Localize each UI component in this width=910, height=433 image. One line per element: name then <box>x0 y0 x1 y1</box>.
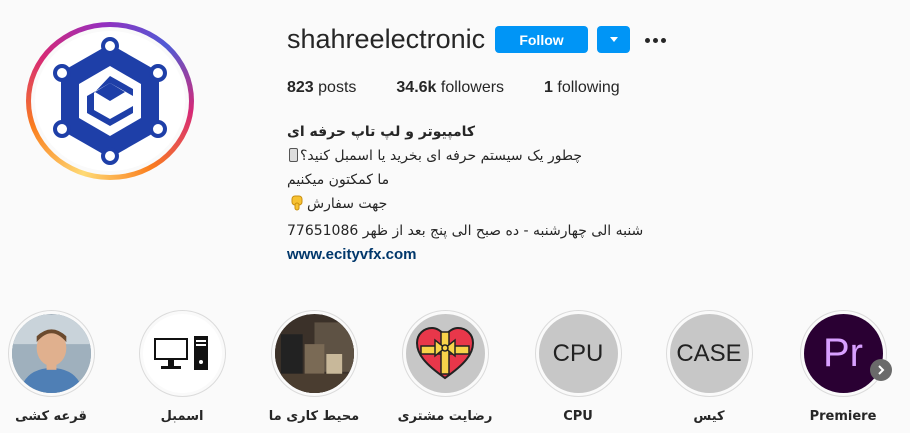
case-text-cover: CASE <box>669 314 749 393</box>
highlight-label: محیط کاری ما <box>268 409 360 424</box>
highlight-ring: Pr <box>799 310 887 397</box>
profile-bio: کامپیوتر و لپ تاپ حرفه ای چطور یک سیستم … <box>287 120 707 267</box>
highlight-workspace[interactable]: محیط کاری ما <box>259 310 369 424</box>
follow-button[interactable]: Follow <box>495 26 588 53</box>
highlight-ring: CPU <box>534 310 622 397</box>
highlight-ring <box>401 310 489 397</box>
highlights-next-button[interactable] <box>870 359 892 381</box>
highlight-ring <box>7 310 95 397</box>
following-value: 1 <box>544 79 553 96</box>
highlight-label: CPU <box>563 409 593 424</box>
bio-line-4: شنبه الی چهارشنبه - ده صبح الی پنج بعد ا… <box>287 223 644 239</box>
highlight-label: Premiere <box>809 409 877 424</box>
caret-down-icon <box>609 36 618 42</box>
dot-icon <box>644 37 650 43</box>
cpu-text-cover: CPU <box>538 314 618 393</box>
following-count[interactable]: 1 following <box>544 79 620 97</box>
desktop-computer-icon <box>142 314 222 393</box>
highlight-case[interactable]: CASE کیس <box>654 310 764 424</box>
pointing-down-emoji-icon <box>290 195 304 219</box>
highlight-ring <box>270 310 358 397</box>
highlight-label: کیس <box>693 409 725 424</box>
highlight-giveaway[interactable]: قرعه کشی <box>0 310 106 424</box>
premiere-logo-icon: Pr <box>803 314 883 393</box>
profile-avatar[interactable] <box>26 22 194 180</box>
dot-icon <box>660 37 666 43</box>
profile-username: shahreelectronic <box>287 24 486 54</box>
followers-label: followers <box>440 79 505 96</box>
bio-line-1-text: چطور یک سیستم حرفه ای بخرید یا اسمبل کنی… <box>300 148 583 164</box>
avatar-border <box>31 27 189 175</box>
highlight-ring <box>138 310 226 397</box>
profile-stats: 823 posts 34.6k followers 1 following <box>287 79 660 97</box>
brand-logo <box>35 31 185 171</box>
posts-value: 823 <box>287 79 314 96</box>
followers-value: 34.6k <box>396 79 437 96</box>
highlight-label: رضایت مشتری <box>397 409 493 424</box>
bio-website-link[interactable]: www.ecityvfx.com <box>287 243 707 267</box>
premiere-logo-text: Pr <box>823 331 863 375</box>
bio-line-2: ما کمکتون میکنیم <box>287 172 390 188</box>
chevron-right-icon <box>878 365 885 375</box>
following-label: following <box>557 79 620 96</box>
highlight-cpu[interactable]: CPU CPU <box>523 310 633 424</box>
highlight-customer-satisfaction[interactable]: رضایت مشتری <box>390 310 500 424</box>
person-photo-icon <box>11 314 91 393</box>
story-highlights: قرعه کشی اسمبل محیط کاری ما رضایت مشتری … <box>0 310 910 433</box>
highlight-label: قرعه کشی <box>15 409 87 424</box>
posts-label: posts <box>318 79 357 96</box>
phone-emoji-icon <box>289 148 298 162</box>
highlight-ring: CASE <box>665 310 753 397</box>
bio-line-3: جهت سفارش <box>287 192 707 219</box>
workspace-photo-icon <box>274 314 354 393</box>
bio-line-3-text: جهت سفارش <box>307 196 388 212</box>
bio-line-1: چطور یک سیستم حرفه ای بخرید یا اسمبل کنی… <box>287 144 707 168</box>
posts-count: 823 posts <box>287 79 356 97</box>
highlight-assembly[interactable]: اسمبل <box>127 310 237 424</box>
dot-icon <box>652 37 658 43</box>
heart-gift-icon <box>405 314 485 393</box>
followers-count[interactable]: 34.6k followers <box>396 79 504 97</box>
suggested-dropdown-button[interactable] <box>597 26 630 53</box>
bio-full-name: کامپیوتر و لپ تاپ حرفه ای <box>287 124 476 140</box>
highlight-label: اسمبل <box>160 409 204 424</box>
more-options-button[interactable] <box>642 30 668 50</box>
